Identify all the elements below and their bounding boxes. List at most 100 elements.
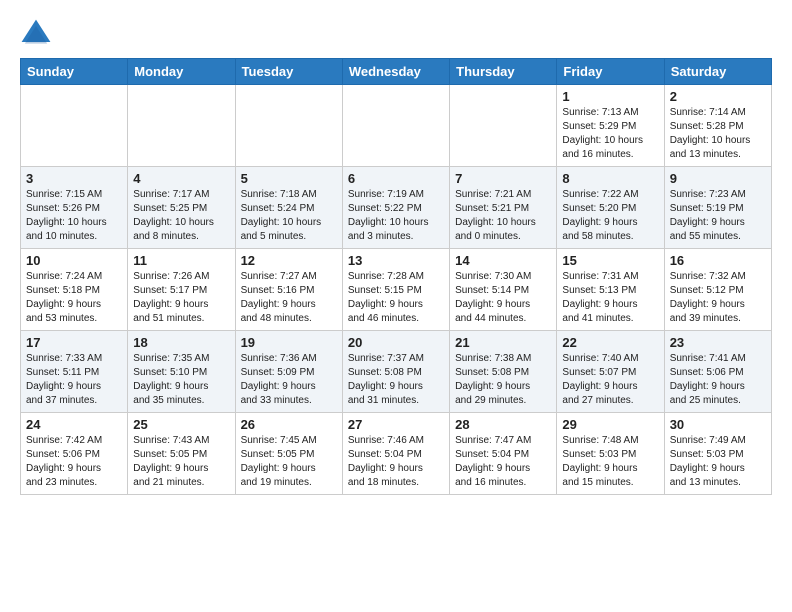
day-number: 27	[348, 417, 444, 432]
weekday-header-monday: Monday	[128, 59, 235, 85]
calendar-cell: 10 Sunrise: 7:24 AM Sunset: 5:18 PM Dayli…	[21, 249, 128, 331]
day-number: 16	[670, 253, 766, 268]
calendar-cell: 4Sunrise: 7:17 AM Sunset: 5:25 PM Daylig…	[128, 167, 235, 249]
calendar-table: SundayMondayTuesdayWednesdayThursdayFrid…	[20, 58, 772, 495]
day-info: Sunrise: 7:31 AM Sunset: 5:13 PM Dayligh…	[562, 270, 658, 326]
day-number: 30	[670, 417, 766, 432]
day-info: Sunrise: 7:43 AM Sunset: 5:05 PM Dayligh…	[133, 434, 229, 490]
day-info: Sunrise: 7:35 AM Sunset: 5:10 PM Dayligh…	[133, 352, 229, 408]
day-info: Sunrise: 7:45 AM Sunset: 5:05 PM Dayligh…	[241, 434, 337, 490]
day-number: 5	[241, 171, 337, 186]
calendar-cell: 16Sunrise: 7:32 AM Sunset: 5:12 PM Dayli…	[664, 249, 771, 331]
day-number: 25	[133, 417, 229, 432]
calendar-cell	[21, 85, 128, 167]
weekday-header-wednesday: Wednesday	[342, 59, 449, 85]
calendar-cell: 18 Sunrise: 7:35 AM Sunset: 5:10 PM Dayli…	[128, 331, 235, 413]
calendar-cell: 9 Sunrise: 7:23 AM Sunset: 5:19 PM Daylig…	[664, 167, 771, 249]
calendar-cell: 30 Sunrise: 7:49 AM Sunset: 5:03 PM Dayli…	[664, 413, 771, 495]
calendar-cell: 26 Sunrise: 7:45 AM Sunset: 5:05 PM Dayli…	[235, 413, 342, 495]
calendar-cell: 29 Sunrise: 7:48 AM Sunset: 5:03 PM Dayli…	[557, 413, 664, 495]
day-info: Sunrise: 7:23 AM Sunset: 5:19 PM Dayligh…	[670, 188, 766, 244]
calendar-cell	[450, 85, 557, 167]
day-number: 2	[670, 89, 766, 104]
day-number: 19	[241, 335, 337, 350]
calendar-cell: 5 Sunrise: 7:18 AM Sunset: 5:24 PM Daylig…	[235, 167, 342, 249]
calendar-cell: 12Sunrise: 7:27 AM Sunset: 5:16 PM Dayli…	[235, 249, 342, 331]
day-info: Sunrise: 7:15 AM Sunset: 5:26 PM Dayligh…	[26, 188, 122, 244]
calendar-cell: 21 Sunrise: 7:38 AM Sunset: 5:08 PM Dayli…	[450, 331, 557, 413]
calendar-cell: 2 Sunrise: 7:14 AM Sunset: 5:28 PM Daylig…	[664, 85, 771, 167]
calendar-cell: 28 Sunrise: 7:47 AM Sunset: 5:04 PM Dayli…	[450, 413, 557, 495]
day-number: 22	[562, 335, 658, 350]
day-info: Sunrise: 7:30 AM Sunset: 5:14 PM Dayligh…	[455, 270, 551, 326]
calendar-cell: 15Sunrise: 7:31 AM Sunset: 5:13 PM Dayli…	[557, 249, 664, 331]
day-info: Sunrise: 7:47 AM Sunset: 5:04 PM Dayligh…	[455, 434, 551, 490]
week-row-4: 24 Sunrise: 7:42 AM Sunset: 5:06 PM Dayli…	[21, 413, 772, 495]
weekday-header-sunday: Sunday	[21, 59, 128, 85]
calendar-cell: 13 Sunrise: 7:28 AM Sunset: 5:15 PM Dayli…	[342, 249, 449, 331]
calendar-body: 1Sunrise: 7:13 AM Sunset: 5:29 PM Daylig…	[21, 85, 772, 495]
page: SundayMondayTuesdayWednesdayThursdayFrid…	[0, 0, 792, 513]
day-number: 28	[455, 417, 551, 432]
day-info: Sunrise: 7:36 AM Sunset: 5:09 PM Dayligh…	[241, 352, 337, 408]
calendar-cell: 6 Sunrise: 7:19 AM Sunset: 5:22 PM Daylig…	[342, 167, 449, 249]
day-number: 9	[670, 171, 766, 186]
day-number: 20	[348, 335, 444, 350]
day-number: 7	[455, 171, 551, 186]
day-number: 1	[562, 89, 658, 104]
day-info: Sunrise: 7:48 AM Sunset: 5:03 PM Dayligh…	[562, 434, 658, 490]
day-info: Sunrise: 7:17 AM Sunset: 5:25 PM Dayligh…	[133, 188, 229, 244]
weekday-header-tuesday: Tuesday	[235, 59, 342, 85]
calendar-cell: 27 Sunrise: 7:46 AM Sunset: 5:04 PM Dayli…	[342, 413, 449, 495]
day-info: Sunrise: 7:18 AM Sunset: 5:24 PM Dayligh…	[241, 188, 337, 244]
day-info: Sunrise: 7:40 AM Sunset: 5:07 PM Dayligh…	[562, 352, 658, 408]
calendar-cell	[342, 85, 449, 167]
day-number: 10	[26, 253, 122, 268]
day-number: 24	[26, 417, 122, 432]
day-number: 3	[26, 171, 122, 186]
day-number: 12	[241, 253, 337, 268]
day-info: Sunrise: 7:21 AM Sunset: 5:21 PM Dayligh…	[455, 188, 551, 244]
week-row-2: 10 Sunrise: 7:24 AM Sunset: 5:18 PM Dayli…	[21, 249, 772, 331]
day-info: Sunrise: 7:42 AM Sunset: 5:06 PM Dayligh…	[26, 434, 122, 490]
calendar-cell: 11Sunrise: 7:26 AM Sunset: 5:17 PM Dayli…	[128, 249, 235, 331]
calendar-cell: 7 Sunrise: 7:21 AM Sunset: 5:21 PM Daylig…	[450, 167, 557, 249]
weekday-header-saturday: Saturday	[664, 59, 771, 85]
day-info: Sunrise: 7:49 AM Sunset: 5:03 PM Dayligh…	[670, 434, 766, 490]
day-number: 14	[455, 253, 551, 268]
day-number: 21	[455, 335, 551, 350]
weekday-header-thursday: Thursday	[450, 59, 557, 85]
calendar-cell	[235, 85, 342, 167]
day-info: Sunrise: 7:33 AM Sunset: 5:11 PM Dayligh…	[26, 352, 122, 408]
week-row-0: 1Sunrise: 7:13 AM Sunset: 5:29 PM Daylig…	[21, 85, 772, 167]
logo	[20, 18, 56, 50]
day-number: 26	[241, 417, 337, 432]
calendar-cell: 3 Sunrise: 7:15 AM Sunset: 5:26 PM Daylig…	[21, 167, 128, 249]
calendar-cell: 23Sunrise: 7:41 AM Sunset: 5:06 PM Dayli…	[664, 331, 771, 413]
day-number: 13	[348, 253, 444, 268]
day-info: Sunrise: 7:38 AM Sunset: 5:08 PM Dayligh…	[455, 352, 551, 408]
calendar-header: SundayMondayTuesdayWednesdayThursdayFrid…	[21, 59, 772, 85]
day-info: Sunrise: 7:46 AM Sunset: 5:04 PM Dayligh…	[348, 434, 444, 490]
calendar-cell: 8Sunrise: 7:22 AM Sunset: 5:20 PM Daylig…	[557, 167, 664, 249]
weekday-header-row: SundayMondayTuesdayWednesdayThursdayFrid…	[21, 59, 772, 85]
day-number: 18	[133, 335, 229, 350]
header	[20, 18, 772, 50]
week-row-3: 17Sunrise: 7:33 AM Sunset: 5:11 PM Dayli…	[21, 331, 772, 413]
day-info: Sunrise: 7:22 AM Sunset: 5:20 PM Dayligh…	[562, 188, 658, 244]
day-number: 6	[348, 171, 444, 186]
day-number: 29	[562, 417, 658, 432]
day-info: Sunrise: 7:26 AM Sunset: 5:17 PM Dayligh…	[133, 270, 229, 326]
calendar-cell: 20 Sunrise: 7:37 AM Sunset: 5:08 PM Dayli…	[342, 331, 449, 413]
day-number: 23	[670, 335, 766, 350]
weekday-header-friday: Friday	[557, 59, 664, 85]
day-info: Sunrise: 7:28 AM Sunset: 5:15 PM Dayligh…	[348, 270, 444, 326]
day-info: Sunrise: 7:14 AM Sunset: 5:28 PM Dayligh…	[670, 106, 766, 162]
day-info: Sunrise: 7:24 AM Sunset: 5:18 PM Dayligh…	[26, 270, 122, 326]
day-info: Sunrise: 7:19 AM Sunset: 5:22 PM Dayligh…	[348, 188, 444, 244]
calendar-cell: 25 Sunrise: 7:43 AM Sunset: 5:05 PM Dayli…	[128, 413, 235, 495]
day-info: Sunrise: 7:37 AM Sunset: 5:08 PM Dayligh…	[348, 352, 444, 408]
week-row-1: 3 Sunrise: 7:15 AM Sunset: 5:26 PM Daylig…	[21, 167, 772, 249]
calendar-cell: 22 Sunrise: 7:40 AM Sunset: 5:07 PM Dayli…	[557, 331, 664, 413]
logo-icon	[20, 18, 52, 50]
